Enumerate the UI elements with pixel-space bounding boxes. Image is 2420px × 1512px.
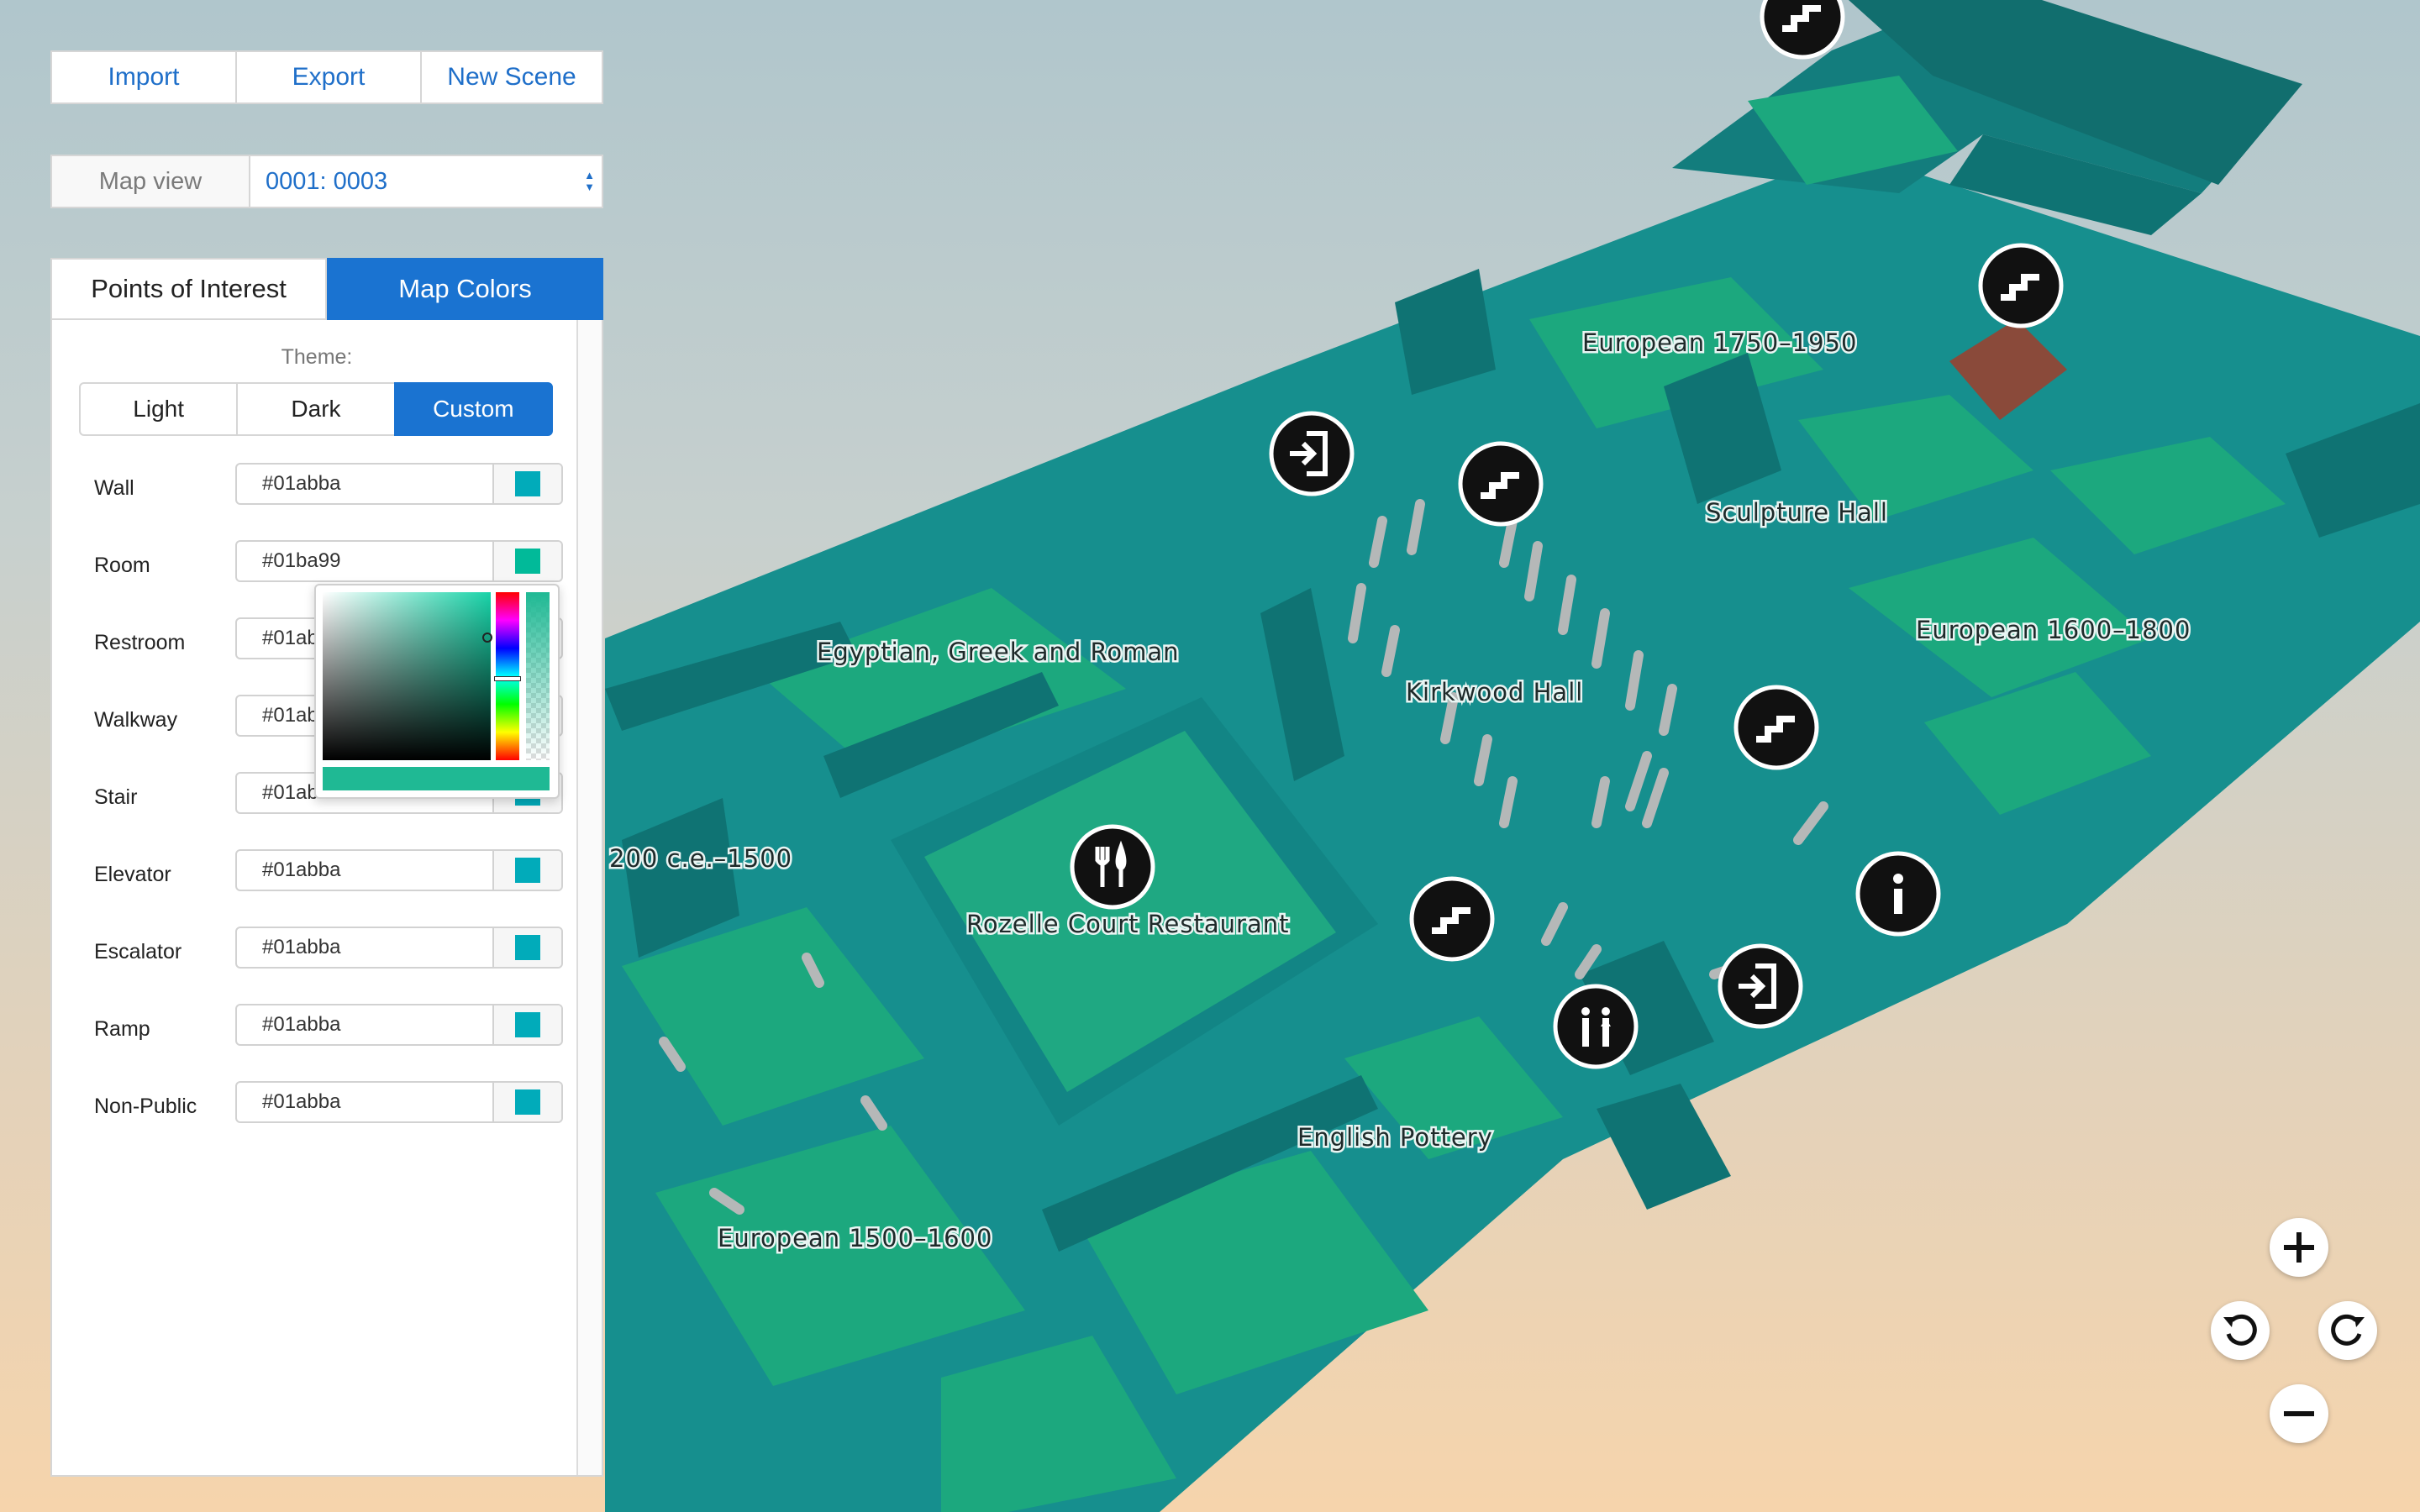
color-swatch	[515, 935, 540, 960]
label-european-1500: European 1500–1600	[718, 1224, 992, 1252]
color-picker-popup	[314, 584, 560, 799]
rotate-left-button[interactable]	[2211, 1301, 2270, 1360]
information-icon[interactable]	[1855, 851, 1941, 937]
zoom-in-button[interactable]	[2270, 1218, 2328, 1277]
color-field	[235, 463, 563, 505]
color-hex-input[interactable]	[237, 1005, 492, 1044]
hue-slider-handle[interactable]	[494, 676, 521, 681]
color-preview	[323, 767, 550, 790]
color-swatch	[515, 471, 540, 496]
exit-icon[interactable]	[1718, 943, 1803, 1029]
label-european-1750: European 1750–1950	[1582, 328, 1857, 357]
color-field	[235, 1004, 563, 1046]
color-row-label: Room	[94, 554, 150, 577]
color-row-non-public: Non-Public	[52, 1081, 581, 1123]
color-field	[235, 1081, 563, 1123]
color-swatch-button[interactable]	[492, 851, 561, 890]
stairs-icon[interactable]	[1978, 243, 2064, 328]
tab-points-of-interest[interactable]: Points of Interest	[50, 258, 327, 320]
theme-label: Theme:	[281, 345, 353, 369]
color-swatch	[515, 858, 540, 883]
stairs-icon[interactable]	[1409, 876, 1495, 962]
label-european-1600: European 1600–1800	[1916, 616, 2191, 644]
color-row-label: Walkway	[94, 708, 178, 732]
label-kirkwood-hall: Kirkwood Hall	[1406, 678, 1583, 706]
tab-map-colors[interactable]: Map Colors	[327, 258, 603, 320]
color-swatch	[515, 549, 540, 574]
rotate-right-button[interactable]	[2318, 1301, 2377, 1360]
label-medieval: 200 c.e.–1500	[609, 844, 792, 873]
stairs-icon[interactable]	[1760, 0, 1845, 60]
theme-custom-button[interactable]: Custom	[393, 382, 553, 436]
color-row-label: Escalator	[94, 940, 182, 963]
stairs-icon[interactable]	[1458, 441, 1544, 527]
zoom-in-icon	[2284, 1232, 2314, 1263]
color-row-label: Wall	[94, 476, 134, 500]
import-button[interactable]: Import	[50, 50, 237, 104]
zoom-out-icon	[2284, 1411, 2314, 1416]
select-arrows-icon: ▲ ▼	[584, 169, 595, 193]
color-swatch-button[interactable]	[492, 1005, 561, 1044]
color-swatch	[515, 1089, 540, 1115]
color-row-label: Elevator	[94, 863, 171, 886]
color-hex-input[interactable]	[237, 542, 492, 580]
color-hex-input[interactable]	[237, 851, 492, 890]
color-row-label: Restroom	[94, 631, 186, 654]
restroom-icon[interactable]	[1553, 984, 1639, 1069]
map-view-label: Map view	[52, 156, 250, 207]
label-egyptian: Egyptian, Greek and Roman	[817, 638, 1180, 666]
export-button[interactable]: Export	[235, 50, 422, 104]
map-view-value: 0001: 0003	[266, 167, 388, 195]
color-hex-input[interactable]	[237, 465, 492, 503]
color-swatch	[515, 1012, 540, 1037]
color-row-label: Stair	[94, 785, 138, 809]
map-view-control: Map view 0001: 0003 ▲ ▼	[50, 155, 603, 208]
picker-cursor[interactable]	[482, 633, 492, 643]
color-row-wall: Wall	[52, 463, 581, 505]
color-field	[235, 927, 563, 969]
color-field	[235, 849, 563, 891]
theme-dark-button[interactable]: Dark	[236, 382, 396, 436]
alpha-slider[interactable]	[526, 592, 550, 760]
color-row-escalator: Escalator	[52, 927, 581, 969]
saturation-value-area[interactable]	[323, 592, 492, 760]
hue-slider[interactable]	[494, 592, 521, 760]
color-row-room: Room	[52, 540, 581, 582]
color-hex-input[interactable]	[237, 1083, 492, 1121]
label-rozelle-court: Rozelle Court Restaurant	[966, 910, 1289, 938]
color-field	[235, 540, 563, 582]
exit-icon[interactable]	[1269, 411, 1355, 496]
color-swatch-button[interactable]	[492, 465, 561, 503]
new-scene-button[interactable]: New Scene	[420, 50, 603, 104]
rotate-left-icon	[2223, 1314, 2257, 1346]
color-row-label: Non-Public	[94, 1095, 197, 1118]
label-sculpture-hall: Sculpture Hall	[1706, 498, 1888, 527]
color-swatch-button[interactable]	[492, 928, 561, 967]
color-row-ramp: Ramp	[52, 1004, 581, 1046]
color-hex-input[interactable]	[237, 928, 492, 967]
color-row-elevator: Elevator	[52, 849, 581, 891]
rotate-right-icon	[2331, 1314, 2365, 1346]
color-row-label: Ramp	[94, 1017, 150, 1041]
theme-segmented-control: Light Dark Custom	[79, 382, 553, 436]
color-swatch-button[interactable]	[492, 1083, 561, 1121]
label-english-pottery: English Pottery	[1297, 1123, 1493, 1152]
alpha-gradient	[526, 592, 550, 760]
stairs-icon[interactable]	[1733, 685, 1819, 770]
zoom-out-button[interactable]	[2270, 1384, 2328, 1443]
color-swatch-button[interactable]	[492, 542, 561, 580]
map-view-select[interactable]: 0001: 0003 ▲ ▼	[250, 156, 602, 207]
panel-tabs: Points of Interest Map Colors	[50, 258, 603, 320]
map-colors-panel: Theme: Light Dark Custom Wall Room Restroo…	[50, 320, 603, 1477]
theme-light-button[interactable]: Light	[79, 382, 239, 436]
restaurant-icon[interactable]	[1070, 824, 1155, 910]
